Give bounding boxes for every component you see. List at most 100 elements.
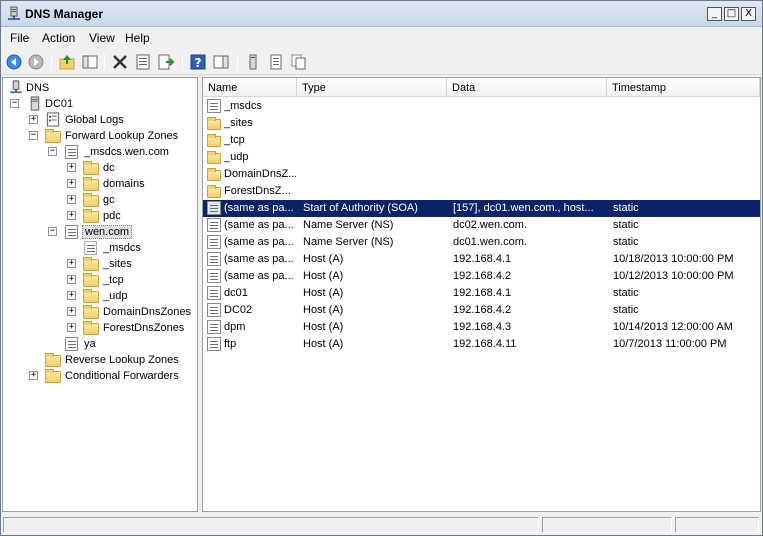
- menu-help[interactable]: Help: [125, 31, 150, 45]
- tree-item-gc[interactable]: + gc: [3, 192, 193, 208]
- expand-toggle[interactable]: +: [67, 291, 76, 300]
- menu-view[interactable]: View: [89, 31, 115, 45]
- column-header-data[interactable]: Data: [447, 78, 607, 97]
- record-row[interactable]: dc01 Host (A) 192.168.4.1 static: [203, 285, 760, 302]
- expand-toggle[interactable]: +: [67, 163, 76, 172]
- column-header-timestamp[interactable]: Timestamp: [607, 78, 760, 97]
- server-icon[interactable]: [244, 53, 262, 71]
- tree-item-global-logs[interactable]: + Global Logs: [3, 112, 193, 128]
- tree-item-dc[interactable]: + dc: [3, 160, 193, 176]
- tree-label: _tcp: [103, 274, 124, 286]
- tree-label: gc: [103, 194, 115, 206]
- tree-item-udp[interactable]: + _udp: [3, 288, 193, 304]
- expand-toggle[interactable]: +: [67, 307, 76, 316]
- show-action-pane-icon[interactable]: [212, 53, 230, 71]
- tree-item-ya[interactable]: ya: [3, 336, 193, 352]
- show-hide-console-tree-icon[interactable]: [81, 53, 99, 71]
- tree-label: dc: [103, 162, 115, 174]
- record-row[interactable]: _tcp: [203, 132, 760, 149]
- tree-item-sites[interactable]: + _sites: [3, 256, 193, 272]
- status-bar: [1, 515, 762, 535]
- column-header-name[interactable]: Name: [203, 78, 297, 97]
- delete-icon[interactable]: [111, 53, 129, 71]
- record-type: Name Server (NS): [303, 236, 394, 248]
- event-log-icon: [46, 112, 60, 127]
- forward-icon[interactable]: [27, 53, 45, 71]
- help-icon[interactable]: ?: [189, 53, 207, 71]
- record-row[interactable]: DC02 Host (A) 192.168.4.2 static: [203, 302, 760, 319]
- record-row[interactable]: dpm Host (A) 192.168.4.3 10/14/2013 12:00:0…: [203, 319, 760, 336]
- records-list[interactable]: Name Type Data Timestamp _msdcs _sites _tc…: [202, 77, 761, 512]
- console-tree[interactable]: DNS − DC01 + Global Logs − Forward Looku…: [2, 77, 198, 512]
- maximize-button[interactable]: □: [724, 7, 739, 21]
- record-timestamp: 10/12/2013 10:00:00 PM: [613, 270, 734, 282]
- record-icon: [207, 235, 221, 249]
- collapse-toggle[interactable]: −: [10, 99, 19, 108]
- record-icon: [207, 337, 221, 351]
- collapse-toggle[interactable]: −: [29, 131, 38, 140]
- export-list-icon[interactable]: [157, 53, 175, 71]
- list-view-icon[interactable]: [267, 53, 285, 71]
- collapse-toggle[interactable]: −: [48, 147, 57, 156]
- record-row[interactable]: DomainDnsZ...: [203, 166, 760, 183]
- tree-label: Conditional Forwarders: [65, 370, 179, 382]
- menu-bar: File Action View Help: [1, 28, 762, 48]
- record-timestamp: 10/7/2013 11:00:00 PM: [613, 338, 727, 350]
- record-row[interactable]: _udp: [203, 149, 760, 166]
- expand-toggle[interactable]: +: [67, 211, 76, 220]
- menu-action[interactable]: Action: [42, 31, 75, 45]
- record-row[interactable]: _msdcs: [203, 98, 760, 115]
- tree-item-reverse-lookup-zones[interactable]: Reverse Lookup Zones: [3, 352, 193, 368]
- record-name: (same as pa...: [224, 253, 294, 265]
- tree-item-forestdnszones[interactable]: + ForestDnsZones: [3, 320, 193, 336]
- column-header-type[interactable]: Type: [297, 78, 447, 97]
- title-bar: DNS Manager _ □ X: [1, 1, 762, 27]
- expand-toggle[interactable]: +: [67, 195, 76, 204]
- record-row[interactable]: (same as pa... Host (A) 192.168.4.2 10/12/2…: [203, 268, 760, 285]
- tree-label: ya: [84, 338, 96, 350]
- menu-file[interactable]: File: [10, 31, 29, 45]
- status-panel: [542, 517, 672, 533]
- up-one-level-icon[interactable]: [58, 53, 76, 71]
- tree-item-domaindnszones[interactable]: + DomainDnsZones: [3, 304, 193, 320]
- tree-label: domains: [103, 178, 145, 190]
- tree-item-domains[interactable]: + domains: [3, 176, 193, 192]
- tree-item-conditional-forwarders[interactable]: + Conditional Forwarders: [3, 368, 193, 384]
- tree-item-wen-com[interactable]: − wen.com: [3, 224, 193, 240]
- toolbar: ?: [1, 49, 762, 75]
- close-button[interactable]: X: [741, 7, 756, 21]
- collapse-toggle[interactable]: −: [48, 227, 57, 236]
- record-type: Host (A): [303, 253, 344, 265]
- expand-toggle[interactable]: +: [67, 179, 76, 188]
- folder-icon: [83, 305, 99, 319]
- record-row[interactable]: (same as pa... Host (A) 192.168.4.1 10/18/2…: [203, 251, 760, 268]
- record-row[interactable]: ftp Host (A) 192.168.4.11 10/7/2013 11:00:0…: [203, 336, 760, 353]
- folder-icon: [207, 117, 221, 130]
- folder-icon: [83, 177, 99, 191]
- expand-toggle[interactable]: +: [29, 371, 38, 380]
- record-row[interactable]: ForestDnsZ...: [203, 183, 760, 200]
- record-timestamp: static: [613, 304, 639, 316]
- record-type: Host (A): [303, 338, 344, 350]
- properties-icon[interactable]: [134, 53, 152, 71]
- tree-item-wen-msdcs[interactable]: _msdcs: [3, 240, 193, 256]
- tree-item-pdc[interactable]: + pdc: [3, 208, 193, 224]
- back-icon[interactable]: [5, 53, 23, 71]
- record-type: Host (A): [303, 287, 344, 299]
- record-row[interactable]: _sites: [203, 115, 760, 132]
- expand-toggle[interactable]: +: [29, 115, 38, 124]
- copy-icon[interactable]: [290, 53, 308, 71]
- tree-item-dns[interactable]: DNS: [3, 80, 193, 96]
- tree-item-msdcs-zone[interactable]: − _msdcs.wen.com: [3, 144, 193, 160]
- tree-item-tcp[interactable]: + _tcp: [3, 272, 193, 288]
- tree-item-dc01[interactable]: − DC01: [3, 96, 193, 112]
- expand-toggle[interactable]: +: [67, 323, 76, 332]
- expand-toggle[interactable]: +: [67, 259, 76, 268]
- record-row[interactable]: (same as pa... Start of Authority (SOA) [1…: [203, 200, 760, 217]
- expand-toggle[interactable]: +: [67, 275, 76, 284]
- record-row[interactable]: (same as pa... Name Server (NS) dc01.wen.c…: [203, 234, 760, 251]
- record-icon: [207, 201, 221, 215]
- minimize-button[interactable]: _: [707, 7, 722, 21]
- tree-item-forward-lookup-zones[interactable]: − Forward Lookup Zones: [3, 128, 193, 144]
- record-row[interactable]: (same as pa... Name Server (NS) dc02.wen.c…: [203, 217, 760, 234]
